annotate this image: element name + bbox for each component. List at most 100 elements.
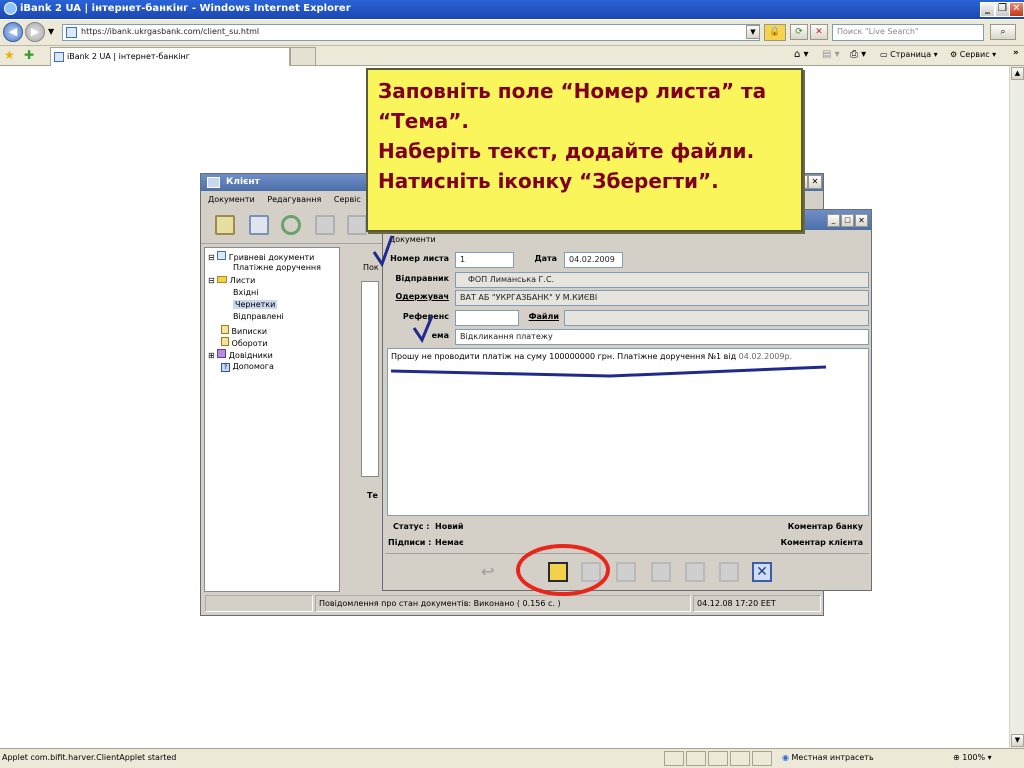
close-button[interactable]: ✕ [1009,2,1024,17]
tree-item-turnovers[interactable]: Обороти [208,337,339,349]
edit-icon[interactable] [581,562,601,582]
number-label: Номер листа [390,254,449,263]
add-favorite-icon[interactable]: ✚ [24,48,34,62]
client-close-button[interactable]: ✕ [808,175,822,189]
service-menu[interactable]: ⚙ Сервис ▾ [950,50,996,59]
section-label: Документи [389,235,436,244]
undo-icon[interactable]: ↩ [481,562,501,582]
signs-label: Підписи : [388,538,432,547]
right-panel-label-1: Пок [363,263,379,272]
subject-label: ема [431,331,449,340]
reference-input[interactable] [455,310,519,326]
favorites-star-icon[interactable]: ★ [4,48,15,62]
tree-item-directories[interactable]: ⊞ Довідники [208,349,339,361]
send-icon[interactable] [347,215,367,235]
sender-label: Відправник [395,274,449,283]
tree-item-uah-documents[interactable]: ⊟ Гривневі документи [208,251,339,263]
edit-document-icon[interactable] [249,215,269,235]
browser-title: iBank 2 UA | інтернет-банкінг - Windows … [20,3,351,14]
menu-edit[interactable]: Редагування [267,195,321,204]
java-cup-icon [207,177,220,188]
address-input[interactable]: https://ibank.ukrgasbank.com/client_su.h… [62,24,760,41]
tree-item-payment-order[interactable]: Платіжне доручення [208,263,339,275]
zone-label: Местная интрасеть [791,753,874,762]
instruction-line-2: Наберіть текст, додайте файли. [378,139,755,163]
menu-documents[interactable]: Документи [208,195,255,204]
copy-icon[interactable] [651,562,671,582]
status-pane-5 [752,751,772,766]
tree-item-sent[interactable]: Відправлені [208,312,339,324]
receiver-label[interactable]: Одержувач [383,292,449,301]
letter-body-textarea[interactable]: Прошу не проводити платіж на суму 100000… [387,348,869,516]
tree-item-drafts[interactable]: Чернетки [208,300,339,312]
right-panel-label-2: Те [367,491,378,500]
zoom-control[interactable]: ⊕ 100% ▾ [953,753,992,762]
sender-field: ФОП Лиманська Г.С. [455,272,869,288]
forward-button[interactable]: ▶ [25,22,45,42]
browser-statusbar: Applet com.bifit.harver.ClientApplet sta… [0,748,1024,768]
feeds-icon[interactable]: ▤ ▾ [822,49,840,60]
status-pane-1 [664,751,684,766]
scroll-up-arrow[interactable]: ▲ [1011,67,1024,80]
refresh-icon[interactable] [281,215,301,235]
delete-icon[interactable] [315,215,335,235]
new-document-icon[interactable] [215,215,235,235]
lock-icon[interactable]: 🔒 [764,24,786,41]
client-statusbar: Повідомлення про стан документів: Викона… [205,595,821,613]
turnover-icon [221,337,229,347]
tree-item-help[interactable]: ? Допомога [208,362,339,374]
dialog-minimize-button[interactable]: _ [827,214,840,227]
zoom-value: 100% [962,753,986,762]
search-input[interactable]: Поиск "Live Search" [832,24,984,41]
new-tab-button[interactable] [290,47,316,66]
client-window-title: Клієнт [226,177,260,187]
tree-expander: ⊟ [208,275,215,285]
minimize-button[interactable]: _ [980,2,995,17]
back-button[interactable]: ◀ [3,22,23,42]
status-time: 04.12.08 17:20 EET [693,595,821,612]
close-icon[interactable]: ✕ [752,562,772,582]
subject-input[interactable]: Відкликання платежу [455,329,869,345]
print-icon[interactable] [685,562,705,582]
date-label: Дата [534,254,557,263]
page-menu[interactable]: ▭ Страница ▾ [880,50,938,59]
reference-label: Референс [402,312,449,321]
home-icon[interactable]: ⌂ ▾ [794,49,809,60]
number-input[interactable]: 1 [455,252,514,268]
client-comment-link[interactable]: Коментар клієнта [781,538,863,547]
tab-toolbar: ★ ✚ iBank 2 UA | інтернет-банкінг ⌂ ▾ ▤ … [0,46,1024,66]
scroll-down-arrow[interactable]: ▼ [1011,734,1024,747]
files-link[interactable]: Файли [523,312,559,321]
sign-icon[interactable] [616,562,636,582]
delete-icon[interactable] [719,562,739,582]
ie-logo-icon [4,2,17,15]
date-input[interactable]: 04.02.2009 [564,252,623,268]
chevron-more-icon[interactable]: » [1013,48,1019,58]
tab-label: iBank 2 UA | інтернет-банкінг [67,52,190,61]
dialog-maximize-button[interactable]: □ [841,214,854,227]
dialog-close-button[interactable]: ✕ [855,214,868,227]
status-cell-empty [205,595,313,612]
history-dropdown-icon[interactable]: ▼ [48,27,54,36]
menu-service[interactable]: Сервіс [334,195,361,204]
save-icon[interactable] [548,562,568,582]
refresh-button[interactable]: ⟳ [790,24,808,40]
bank-comment-link[interactable]: Коментар банку [788,522,863,531]
browser-status-text: Applet com.bifit.harver.ClientApplet sta… [2,753,177,762]
print-icon[interactable]: ⎙ ▾ [850,49,866,60]
book-icon [217,349,227,359]
zone-indicator[interactable]: ◉ Местная интрасеть [782,753,874,762]
address-dropdown[interactable]: ▼ [746,25,760,39]
search-button[interactable]: ⌕ [990,24,1016,40]
tab-page-icon [54,52,64,62]
browser-tab[interactable]: iBank 2 UA | інтернет-банкінг [50,47,290,66]
tree-item-incoming[interactable]: Вхідні [208,288,339,300]
stop-button[interactable]: ✕ [810,24,828,40]
maximize-button[interactable]: ❐ [995,2,1010,17]
tree-expander: ⊟ [208,253,215,262]
tree-item-letters[interactable]: ⊟ Листи [208,275,339,288]
status-label: Статус : [393,522,430,531]
page-menu-label: Страница [890,50,932,59]
tree-item-statements[interactable]: Виписки [208,324,339,337]
vertical-scrollbar[interactable]: ▲ ▼ [1009,66,1024,748]
